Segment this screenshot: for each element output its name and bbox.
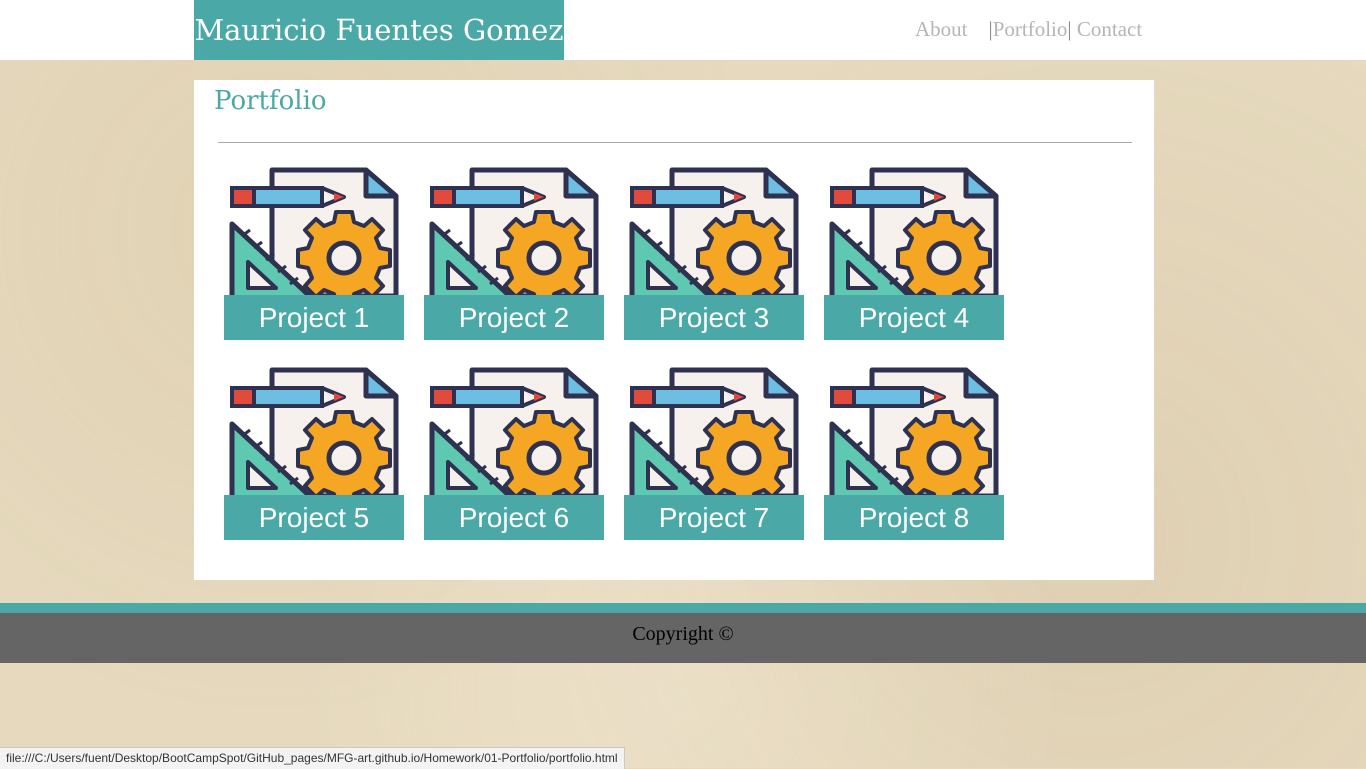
project-label: Project 6 [424,495,604,540]
project-label: Project 1 [224,295,404,340]
project-label: Project 7 [624,495,804,540]
nav-separator: | [1067,17,1072,41]
nav-link-contact[interactable]: Contact [1077,17,1142,41]
project-card[interactable]: Project 4 [824,166,1004,340]
design-tools-icon [824,366,1004,501]
design-tools-icon [424,366,604,501]
site-brand[interactable]: Mauricio Fuentes Gomez [194,0,564,60]
project-label: Project 3 [624,295,804,340]
project-card[interactable]: Project 7 [624,366,804,540]
nav-link-portfolio[interactable]: Portfolio [993,17,1068,41]
portfolio-panel: Portfolio Project 1 Project 2 Project 3 … [194,80,1154,580]
project-card[interactable]: Project 1 [224,166,404,340]
project-label: Project 2 [424,295,604,340]
nav-link-about[interactable]: About [915,17,968,41]
title-divider [218,142,1132,143]
main-nav: About |Portfolio| Contact [915,17,1142,42]
site-footer: Copyright © [0,613,1366,663]
design-tools-icon [224,166,404,301]
design-tools-icon [224,366,404,501]
project-label: Project 8 [824,495,1004,540]
project-card[interactable]: Project 3 [624,166,804,340]
copyright-text: Copyright © [632,623,734,645]
design-tools-icon [424,166,604,301]
project-card[interactable]: Project 5 [224,366,404,540]
footer-accent-strip [0,603,1366,613]
project-card[interactable]: Project 2 [424,166,604,340]
page-title: Portfolio [214,86,327,116]
design-tools-icon [624,166,804,301]
top-nav-bar: Mauricio Fuentes Gomez About |Portfolio|… [0,0,1366,60]
project-card[interactable]: Project 8 [824,366,1004,540]
design-tools-icon [624,366,804,501]
project-label: Project 5 [224,495,404,540]
browser-status-bar: file:///C:/Users/fuent/Desktop/BootCampS… [0,747,625,769]
design-tools-icon [824,166,1004,301]
project-card[interactable]: Project 6 [424,366,604,540]
project-label: Project 4 [824,295,1004,340]
